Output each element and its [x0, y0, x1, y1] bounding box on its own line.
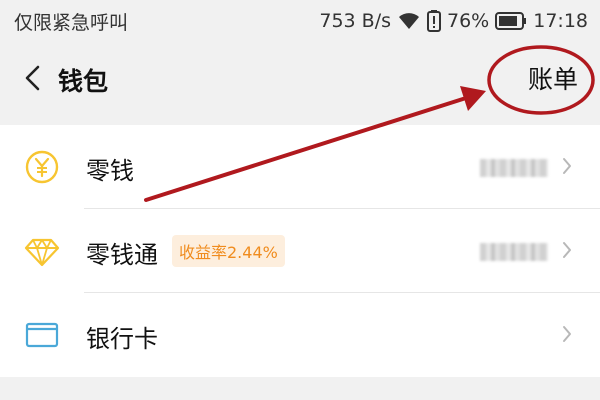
- alert-battery-icon: [427, 10, 441, 32]
- list-item-change[interactable]: 零钱: [0, 125, 600, 209]
- list-item-change-plus[interactable]: 零钱通 收益率2.44%: [0, 209, 600, 293]
- chevron-right-icon: [562, 325, 572, 343]
- clock: 17:18: [533, 10, 588, 32]
- list-item-bank-card[interactable]: 银行卡: [0, 293, 600, 377]
- chevron-left-icon: [24, 65, 40, 95]
- battery-percent: 76%: [447, 10, 490, 32]
- diamond-icon: [24, 233, 60, 269]
- yen-coin-icon: [24, 149, 60, 185]
- battery-icon: [495, 12, 527, 30]
- bottom-spacer: [0, 377, 600, 400]
- blurred-balance: [480, 243, 548, 261]
- page-title: 钱包: [58, 67, 109, 96]
- blurred-balance: [480, 159, 548, 177]
- nav-bar: 钱包 账单: [0, 44, 600, 122]
- carrier-text: 仅限紧急呼叫: [14, 12, 129, 34]
- list-item-label: 零钱通: [86, 241, 158, 269]
- bank-card-icon: [24, 317, 60, 353]
- status-indicators: 753 B/s 76% 17:18: [319, 8, 588, 34]
- chevron-right-icon: [562, 157, 572, 175]
- chevron-right-icon: [562, 241, 572, 259]
- bill-button[interactable]: 账单: [528, 60, 578, 96]
- wifi-icon: [397, 11, 421, 31]
- network-speed: 753 B/s: [319, 10, 391, 32]
- yield-rate-badge: 收益率2.44%: [172, 235, 285, 267]
- wallet-list: 零钱 零钱通 收益率2.44% 银行卡: [0, 125, 600, 377]
- back-button[interactable]: [14, 60, 50, 100]
- list-item-label: 银行卡: [86, 325, 158, 353]
- status-bar: 仅限紧急呼叫 753 B/s 76% 17:18: [0, 0, 600, 44]
- list-item-label: 零钱: [86, 157, 134, 185]
